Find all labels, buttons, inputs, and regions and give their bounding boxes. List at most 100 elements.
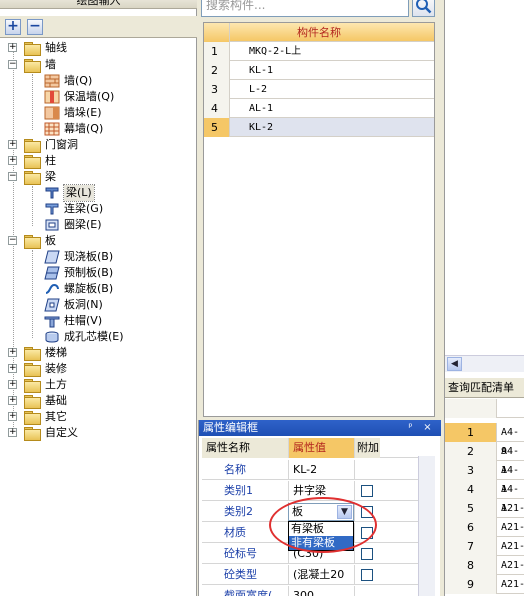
tree-node-label: 板洞(N) [64, 298, 103, 311]
collapse-icon[interactable]: − [8, 236, 17, 245]
expand-icon[interactable]: + [8, 348, 17, 357]
ring-beam-icon [45, 219, 59, 231]
match-list-grid: 1 A4-9 2 A4-1 3 A4-1 4 A4-1 5 A21- 6 A21- 7 A21… [445, 399, 524, 596]
pin-icon[interactable]: ᵖ [404, 421, 417, 434]
expand-icon[interactable]: + [8, 140, 17, 149]
expand-icon[interactable]: + [8, 412, 17, 421]
table-row[interactable]: 2 KL-1 [204, 61, 434, 80]
property-name: 砼标号 [224, 547, 257, 560]
table-row[interactable]: 2 A4-1 [445, 442, 524, 476]
expand-icon[interactable]: + [8, 43, 17, 52]
table-row[interactable]: 7 A21- [445, 537, 524, 556]
row-number: 3 [204, 80, 230, 99]
grid-header-row: 构件名称 [204, 23, 434, 42]
scroll-left-icon[interactable]: ◀ [447, 357, 462, 371]
row-number: 9 [445, 575, 497, 594]
match-list-panel: ◀ 查询匹配清单 1 A4-9 2 A4-1 3 A4-1 4 A4-1 5 A21- 6… [444, 0, 524, 596]
append-checkbox[interactable] [361, 569, 373, 581]
match-list-title[interactable]: 查询匹配清单 [445, 378, 524, 398]
category2-select[interactable]: 板 ▼ [288, 503, 354, 521]
row-number: 5 [204, 118, 230, 137]
expand-icon[interactable]: + [8, 428, 17, 437]
table-row-selected[interactable]: 5 KL-2 [204, 118, 434, 137]
component-name: KL-2 [249, 122, 274, 133]
tree-node-label: 连梁(G) [64, 202, 104, 215]
tree-node-label: 土方 [45, 378, 67, 391]
property-extra [354, 586, 380, 596]
tree-node-label: 其它 [45, 410, 67, 423]
close-icon[interactable]: × [421, 421, 434, 434]
property-name: 名称 [224, 463, 246, 476]
curtain-wall-icon [44, 122, 60, 136]
expand-icon[interactable]: + [8, 380, 17, 389]
component-name: KL-1 [249, 65, 274, 76]
table-row[interactable]: 1 MKQ-2-L上 [204, 42, 434, 61]
append-checkbox[interactable] [361, 506, 373, 518]
property-value[interactable]: (混凝土20 [288, 565, 354, 585]
add-component-button[interactable]: + [5, 19, 21, 35]
horizontal-scrollbar[interactable]: ◀ [445, 355, 524, 372]
table-row[interactable]: 4 A4-1 [445, 480, 524, 514]
component-name-header[interactable]: 构件名称 [204, 23, 434, 42]
beam-icon [45, 187, 59, 199]
property-extra [354, 523, 380, 543]
expand-icon[interactable]: + [8, 156, 17, 165]
option-with-beam-slab[interactable]: 有梁板 [289, 522, 353, 536]
precast-slab-icon [44, 266, 60, 280]
tree-node-label: 现浇板(B) [64, 250, 114, 263]
quota-code: A21- [501, 579, 524, 590]
expand-icon[interactable]: + [8, 396, 17, 405]
brick-wall-icon [44, 74, 60, 88]
collapse-icon[interactable]: − [8, 60, 17, 69]
chevron-down-icon[interactable]: ▼ [337, 505, 352, 519]
table-row[interactable]: 3 L-2 [204, 80, 434, 99]
option-non-beam-slab[interactable]: 非有梁板 [289, 536, 353, 550]
component-name: AL-1 [249, 103, 274, 114]
append-checkbox[interactable] [361, 527, 373, 539]
search-input[interactable]: 搜索构件... [201, 0, 409, 17]
append-checkbox[interactable] [361, 548, 373, 560]
property-name: 截面宽度( [224, 589, 273, 596]
tree-toolbar: + − [0, 16, 197, 38]
tree-node-label: 保温墙(Q) [64, 90, 115, 103]
slab-hole-icon [44, 298, 60, 312]
table-row[interactable]: 9 A21- [445, 575, 524, 594]
search-button[interactable] [412, 0, 435, 17]
tree-node-label: 墙垛(E) [64, 106, 102, 119]
folder-icon [24, 427, 41, 441]
append-checkbox[interactable] [361, 485, 373, 497]
expand-icon[interactable]: + [8, 364, 17, 373]
table-row[interactable]: 6 A21- [445, 518, 524, 537]
property-value[interactable]: 300 [288, 586, 354, 596]
component-tree-panel: 绘图输入 + − + 轴线 − 墙 墙(Q) 保温墙(Q) 墙垛(E) 幕墙(Q… [0, 0, 197, 596]
table-row[interactable]: 4 AL-1 [204, 99, 434, 118]
table-row[interactable]: 1 A4-9 [445, 423, 524, 457]
row-number: 3 [445, 461, 497, 480]
folder-icon [24, 411, 41, 425]
folder-icon [24, 347, 41, 361]
spiral-slab-icon [45, 283, 59, 294]
quota-code: A21- [501, 522, 524, 533]
property-row[interactable]: 类别1 井字梁 [202, 481, 432, 501]
component-list-panel: 搜索构件... 构件名称 1 MKQ-2-L上 2 KL-1 3 L-2 4 A… [198, 0, 440, 418]
remove-component-button[interactable]: − [27, 19, 43, 35]
tree-node-label: 成孔芯模(E) [64, 330, 124, 343]
tree-node-label: 预制板(B) [64, 266, 114, 279]
property-scrollbar[interactable] [418, 456, 435, 596]
property-name: 砼类型 [224, 568, 257, 581]
tree-node-label: 圈梁(E) [64, 218, 102, 231]
folder-open-icon [24, 235, 41, 249]
collapse-icon[interactable]: − [8, 172, 17, 181]
table-row[interactable]: 5 A21- [445, 499, 524, 518]
row-number: 8 [445, 556, 497, 575]
table-row[interactable]: 8 A21- [445, 556, 524, 575]
property-value[interactable]: 井字梁 [288, 481, 354, 501]
property-value[interactable]: KL-2 [288, 460, 354, 480]
table-row[interactable]: 3 A4-1 [445, 461, 524, 495]
tree-node-label: 梁 [45, 170, 56, 183]
property-row[interactable]: 截面宽度( 300 [202, 586, 432, 596]
folder-icon [24, 395, 41, 409]
property-row[interactable]: 名称 KL-2 [202, 460, 432, 480]
property-row[interactable]: 砼类型 (混凝土20 [202, 565, 432, 585]
category2-options: 有梁板 非有梁板 [288, 521, 354, 551]
